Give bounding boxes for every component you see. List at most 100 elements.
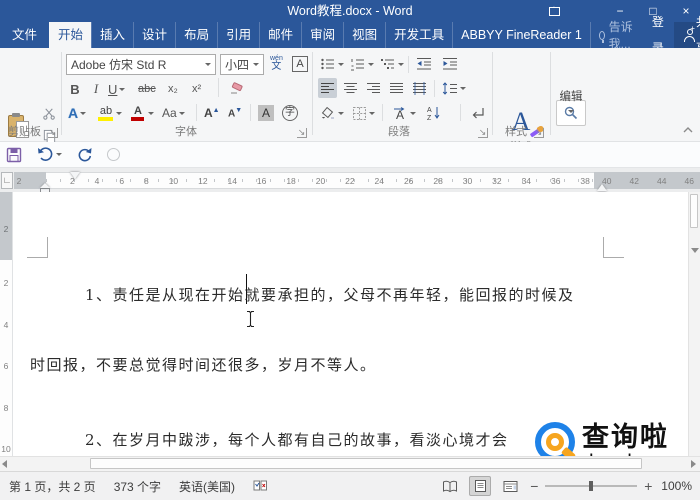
numbering-icon — [350, 57, 366, 71]
font-name-combobox[interactable]: Adobe 仿宋 Std R — [66, 54, 216, 75]
phonetic-guide-button[interactable]: wén文 — [268, 53, 285, 73]
collapse-ribbon-button[interactable] — [682, 126, 694, 134]
tab-mailings[interactable]: 邮件 — [259, 22, 301, 48]
tab-design[interactable]: 设计 — [133, 22, 175, 48]
ruler-number: 8 — [4, 403, 9, 413]
highlight-color-button[interactable]: ab — [96, 103, 124, 123]
font-size-combobox[interactable]: 小四 — [220, 54, 264, 75]
tab-abbyy[interactable]: ABBYY FineReader 1 — [452, 22, 590, 48]
sort-button[interactable]: A Z — [424, 103, 444, 123]
align-center-button[interactable] — [341, 78, 360, 98]
tab-file[interactable]: 文件 — [0, 22, 49, 48]
subscript-button[interactable]: x₂ — [166, 79, 180, 99]
change-case-button[interactable]: Aa — [160, 103, 187, 123]
grow-font-button[interactable]: A▲ — [202, 103, 222, 123]
borders-button[interactable] — [350, 103, 377, 123]
cut-button[interactable] — [38, 103, 60, 123]
distribute-button[interactable] — [410, 78, 429, 98]
editing-button[interactable]: 编辑 — [552, 88, 590, 116]
save-button[interactable] — [6, 147, 22, 163]
styles-dialog-launcher[interactable]: ↘ — [534, 128, 544, 138]
styles-group-label: 样式 — [505, 123, 527, 139]
zoom-in-button[interactable]: + — [643, 478, 653, 494]
change-case-icon: Aa — [162, 106, 177, 120]
show-marks-button[interactable] — [468, 103, 488, 123]
tab-layout[interactable]: 布局 — [175, 22, 217, 48]
scroll-left-arrow-icon[interactable] — [2, 460, 7, 468]
font-dialog-launcher[interactable]: ↘ — [297, 128, 307, 138]
first-line-indent-marker[interactable] — [70, 172, 80, 179]
tab-home[interactable]: 开始 — [49, 22, 91, 48]
shading-button[interactable] — [318, 103, 346, 123]
superscript-button[interactable]: x² — [190, 79, 203, 99]
align-left-button[interactable] — [318, 78, 337, 98]
redo-button[interactable] — [76, 147, 93, 163]
tell-me-box[interactable]: 告诉我... — [590, 22, 642, 48]
print-layout-button[interactable] — [469, 476, 491, 496]
font-color-button[interactable]: A — [128, 103, 156, 123]
vertical-scrollbar[interactable] — [688, 192, 700, 456]
vertical-ruler[interactable]: 2 246810 — [0, 192, 13, 456]
read-mode-button[interactable] — [439, 476, 461, 496]
scroll-down-arrow-icon[interactable] — [691, 248, 699, 253]
undo-icon — [36, 147, 54, 163]
page-indicator[interactable]: 第 1 页，共 2 页 — [0, 478, 105, 495]
word-count[interactable]: 373 个字 — [105, 478, 170, 495]
enclose-characters-button[interactable]: 字 — [280, 103, 300, 123]
character-shading-button[interactable]: A — [256, 103, 276, 123]
scroll-right-arrow-icon[interactable] — [691, 460, 696, 468]
ribbon-display-options-icon[interactable]: ˆ — [540, 0, 568, 22]
zoom-slider-handle[interactable] — [589, 481, 593, 491]
document-canvas[interactable]: 2 246810 1、责任是从现在开始就要承担的，父母不再年轻，能回报的时候及 … — [0, 192, 700, 456]
ruler-number: 2 — [4, 278, 9, 288]
bold-button[interactable]: B — [66, 79, 84, 99]
ruler-number: 42 — [630, 176, 639, 186]
qat-circle-icon[interactable] — [107, 148, 120, 161]
undo-button[interactable] — [36, 147, 62, 163]
tab-insert[interactable]: 插入 — [91, 22, 133, 48]
numbering-button[interactable] — [348, 54, 376, 74]
tab-view[interactable]: 视图 — [343, 22, 385, 48]
tab-developer[interactable]: 开发工具 — [385, 22, 452, 48]
zoom-out-button[interactable]: − — [529, 478, 539, 494]
language-indicator[interactable]: 英语(美国) — [170, 478, 244, 495]
borders-icon — [352, 106, 367, 121]
line-spacing-button[interactable] — [440, 78, 468, 98]
decrease-indent-button[interactable] — [414, 54, 434, 74]
proofing-book-icon — [253, 479, 268, 493]
clipboard-dialog-launcher[interactable]: ↘ — [48, 128, 58, 138]
document-text-line[interactable]: 时回报，不要总觉得时间还很多，岁月不等人。 — [30, 354, 377, 375]
document-text-line[interactable]: 1、责任是从现在开始就要承担的，父母不再年轻，能回报的时候及 — [85, 284, 575, 305]
proofing-status-button[interactable] — [244, 479, 277, 493]
justify-button[interactable] — [387, 78, 406, 98]
horizontal-scrollbar-thumb[interactable] — [90, 458, 642, 469]
tab-references[interactable]: 引用 — [217, 22, 259, 48]
paragraph-dialog-launcher[interactable]: ↘ — [478, 128, 488, 138]
ruler-right-numbers: 40424446 — [602, 172, 694, 189]
italic-button[interactable]: I — [88, 79, 104, 99]
asian-layout-button[interactable]: A — [390, 103, 418, 123]
multilevel-list-button[interactable] — [378, 54, 406, 74]
increase-indent-button[interactable] — [440, 54, 460, 74]
character-border-button[interactable]: A — [290, 54, 310, 74]
tab-review[interactable]: 审阅 — [301, 22, 343, 48]
strikethrough-button[interactable]: abc — [136, 79, 158, 99]
shrink-font-button[interactable]: A▼ — [226, 103, 244, 123]
align-right-button[interactable] — [364, 78, 383, 98]
lightbulb-icon — [599, 31, 605, 40]
line-spacing-icon — [442, 82, 458, 95]
share-button[interactable]: + 共享 — [674, 22, 700, 48]
text-effects-button[interactable]: A — [66, 103, 88, 123]
underline-button[interactable]: U — [106, 79, 127, 99]
bullets-button[interactable] — [318, 54, 346, 74]
right-indent-marker[interactable] — [597, 184, 607, 191]
clear-formatting-button[interactable] — [226, 79, 246, 99]
horizontal-ruler[interactable]: ∟ 2 2468101214161820222426283032343638 4… — [0, 168, 700, 192]
zoom-level[interactable]: 100% — [661, 479, 692, 493]
ruler-number: 6 — [4, 361, 9, 371]
zoom-slider[interactable] — [545, 485, 637, 487]
document-text-line[interactable]: 2、在岁月中跋涉，每个人都有自己的故事，看淡心境才会 — [85, 429, 509, 450]
web-layout-button[interactable] — [499, 476, 521, 496]
vertical-scrollbar-thumb[interactable] — [690, 194, 698, 228]
watermark-brand: 查询啦 — [582, 423, 669, 453]
